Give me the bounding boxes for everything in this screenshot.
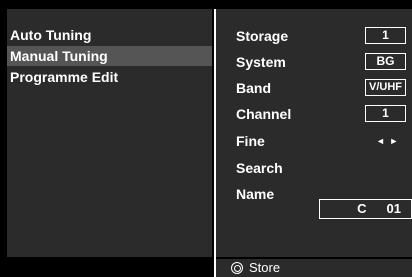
name-value-field[interactable]: C 01: [319, 199, 412, 219]
band-label: Band: [236, 80, 271, 96]
name-number: 01: [386, 201, 401, 216]
menu-item-label: Programme Edit: [10, 69, 119, 85]
menu-item-label: Manual Tuning: [10, 48, 108, 64]
menu-item-auto-tuning[interactable]: Auto Tuning: [7, 25, 212, 45]
fine-arrows-icon[interactable]: ◄ ►: [376, 132, 399, 150]
tuning-menu: Auto Tuning Manual Tuning Programme Edit: [7, 9, 212, 257]
storage-label: Storage: [236, 28, 289, 44]
system-label: System: [236, 54, 286, 70]
system-value[interactable]: BG: [365, 53, 406, 70]
ok-button-icon: [231, 262, 243, 274]
name-label: Name: [236, 186, 275, 202]
menu-item-manual-tuning[interactable]: Manual Tuning: [7, 46, 212, 66]
menu-item-label: Auto Tuning: [10, 27, 92, 43]
store-label: Store: [249, 260, 281, 275]
bottom-hint-bar: Store: [216, 259, 412, 277]
channel-label: Channel: [236, 106, 292, 122]
storage-value[interactable]: 1: [365, 27, 406, 44]
search-label[interactable]: Search: [236, 159, 283, 177]
menu-item-programme-edit[interactable]: Programme Edit: [7, 67, 212, 87]
channel-value[interactable]: 1: [365, 105, 406, 122]
name-prefix: C: [357, 201, 367, 216]
band-value[interactable]: V/UHF: [365, 79, 406, 96]
fine-label: Fine: [236, 133, 265, 149]
manual-tuning-panel: Storage 1 System BG Band V/UHF Channel 1…: [216, 9, 412, 257]
tv-osd-screen: Auto Tuning Manual Tuning Programme Edit…: [0, 0, 412, 277]
